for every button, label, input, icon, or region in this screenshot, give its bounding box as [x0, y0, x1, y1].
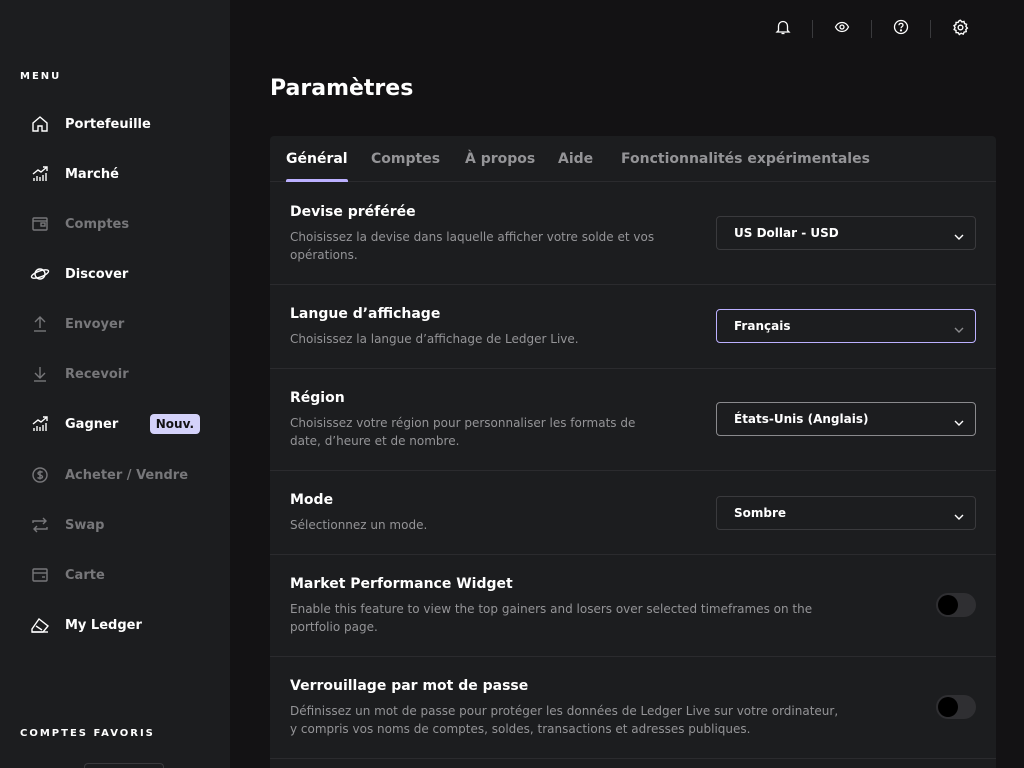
setting-row-market-widget: Market Performance Widget Enable this fe… [270, 555, 996, 657]
setting-description: Choisissez la langue d’affichage de Ledg… [290, 332, 579, 346]
sidebar-item-earn[interactable]: Gagner Nouv. [20, 406, 210, 442]
help-icon [893, 19, 909, 39]
chart-up-icon [28, 162, 52, 186]
swap-icon [28, 513, 52, 537]
sidebar-item-label: Gagner [65, 416, 119, 432]
theme-mode-select[interactable]: Sombre [716, 496, 976, 530]
topbar-divider [812, 20, 813, 38]
sidebar-item-label: Envoyer [65, 316, 125, 332]
toggle-knob [938, 697, 958, 717]
setting-description: Choisissez la devise dans laquelle affic… [290, 230, 655, 262]
settings-button[interactable] [948, 17, 972, 41]
planet-icon [28, 262, 52, 286]
sidebar-item-my-ledger[interactable]: My Ledger [20, 607, 210, 643]
region-select[interactable]: États-Unis (Anglais) [716, 402, 976, 436]
select-value: Français [734, 319, 791, 333]
setting-title: Market Performance Widget [290, 576, 513, 592]
language-select[interactable]: Français [716, 309, 976, 343]
topbar-divider [930, 20, 931, 38]
setting-title: Devise préférée [290, 204, 416, 220]
currency-select[interactable]: US Dollar - USD [716, 216, 976, 250]
sidebar-item-label: Acheter / Vendre [65, 467, 189, 483]
setting-row-currency: Devise préférée Choisissez la devise dan… [270, 182, 996, 285]
chevron-down-icon [953, 508, 965, 520]
toggle-knob [938, 595, 958, 615]
tab-experimental[interactable]: Fonctionnalités expérimentales [621, 151, 870, 182]
sidebar-item-label: Swap [65, 517, 105, 533]
tab-help[interactable]: Aide [558, 151, 593, 182]
app-window: MENU Portefeuille Marché Comptes Discove… [0, 0, 1024, 768]
arrow-down-icon [28, 362, 52, 386]
market-widget-toggle[interactable] [936, 593, 976, 617]
setting-row-language: Langue d’affichage Choisissez la langue … [270, 285, 996, 369]
sidebar-item-label: Portefeuille [65, 116, 151, 132]
growth-icon [28, 412, 52, 436]
settings-panel: Général Comptes À propos Aide Fonctionna… [270, 136, 996, 768]
home-icon [28, 112, 52, 136]
favorites-heading: COMPTES FAVORIS [20, 728, 155, 739]
sidebar-item-discover[interactable]: Discover [20, 256, 210, 292]
eye-icon [834, 19, 850, 39]
favorites-placeholder [84, 763, 164, 768]
sidebar-item-card[interactable]: Carte [20, 557, 210, 593]
sidebar-item-label: Discover [65, 266, 129, 282]
setting-description: Définissez un mot de passe pour protéger… [290, 704, 839, 736]
select-value: États-Unis (Anglais) [734, 412, 869, 426]
sidebar-item-portfolio[interactable]: Portefeuille [20, 106, 210, 142]
tab-accounts[interactable]: Comptes [371, 151, 440, 182]
tab-about[interactable]: À propos [465, 151, 535, 182]
setting-title: Langue d’affichage [290, 306, 441, 322]
sidebar-item-label: Marché [65, 166, 119, 182]
setting-description: Enable this feature to view the top gain… [290, 602, 813, 634]
sidebar-item-buy-sell[interactable]: Acheter / Vendre [20, 457, 210, 493]
sidebar-item-receive[interactable]: Recevoir [20, 356, 210, 392]
topbar-divider [871, 20, 872, 38]
setting-title: Région [290, 390, 345, 406]
sidebar-item-label: Carte [65, 567, 105, 583]
dollar-coin-icon [28, 463, 52, 487]
sidebar-item-send[interactable]: Envoyer [20, 306, 210, 342]
sidebar-item-swap[interactable]: Swap [20, 507, 210, 543]
page-title: Paramètres [270, 76, 414, 101]
setting-title: Mode [290, 492, 334, 508]
bell-icon [775, 19, 791, 39]
sidebar-item-market[interactable]: Marché [20, 156, 210, 192]
arrow-up-icon [28, 312, 52, 336]
ledger-device-icon [28, 613, 52, 637]
chevron-down-icon [953, 228, 965, 240]
setting-description: Choisissez votre région pour personnalis… [290, 416, 636, 448]
menu-heading: MENU [20, 71, 62, 82]
chevron-down-icon [953, 321, 965, 333]
notifications-button[interactable] [771, 17, 795, 41]
sidebar-item-label: My Ledger [65, 617, 142, 633]
gear-icon [952, 18, 969, 40]
password-lock-toggle[interactable] [936, 695, 976, 719]
setting-title: Verrouillage par mot de passe [290, 678, 529, 694]
setting-row-mode: Mode Sélectionnez un mode. Sombre [270, 471, 996, 555]
chevron-down-icon [953, 414, 965, 426]
wallet-icon [28, 212, 52, 236]
setting-row-region: Région Choisissez votre région pour pers… [270, 369, 996, 471]
setting-row-password-lock: Verrouillage par mot de passe Définissez… [270, 657, 996, 759]
settings-tabs: Général Comptes À propos Aide Fonctionna… [270, 136, 996, 182]
new-badge: Nouv. [149, 414, 200, 434]
tab-general[interactable]: Général [286, 151, 348, 182]
setting-description: Sélectionnez un mode. [290, 518, 428, 532]
sidebar-item-accounts[interactable]: Comptes [20, 206, 210, 242]
select-value: Sombre [734, 506, 787, 520]
toggle-balance-visibility-button[interactable] [830, 17, 854, 41]
sidebar: MENU Portefeuille Marché Comptes Discove… [0, 0, 230, 768]
select-value: US Dollar - USD [734, 226, 839, 240]
help-button[interactable] [889, 17, 913, 41]
card-icon [28, 563, 52, 587]
sidebar-item-label: Comptes [65, 216, 130, 232]
sidebar-item-label: Recevoir [65, 366, 129, 382]
